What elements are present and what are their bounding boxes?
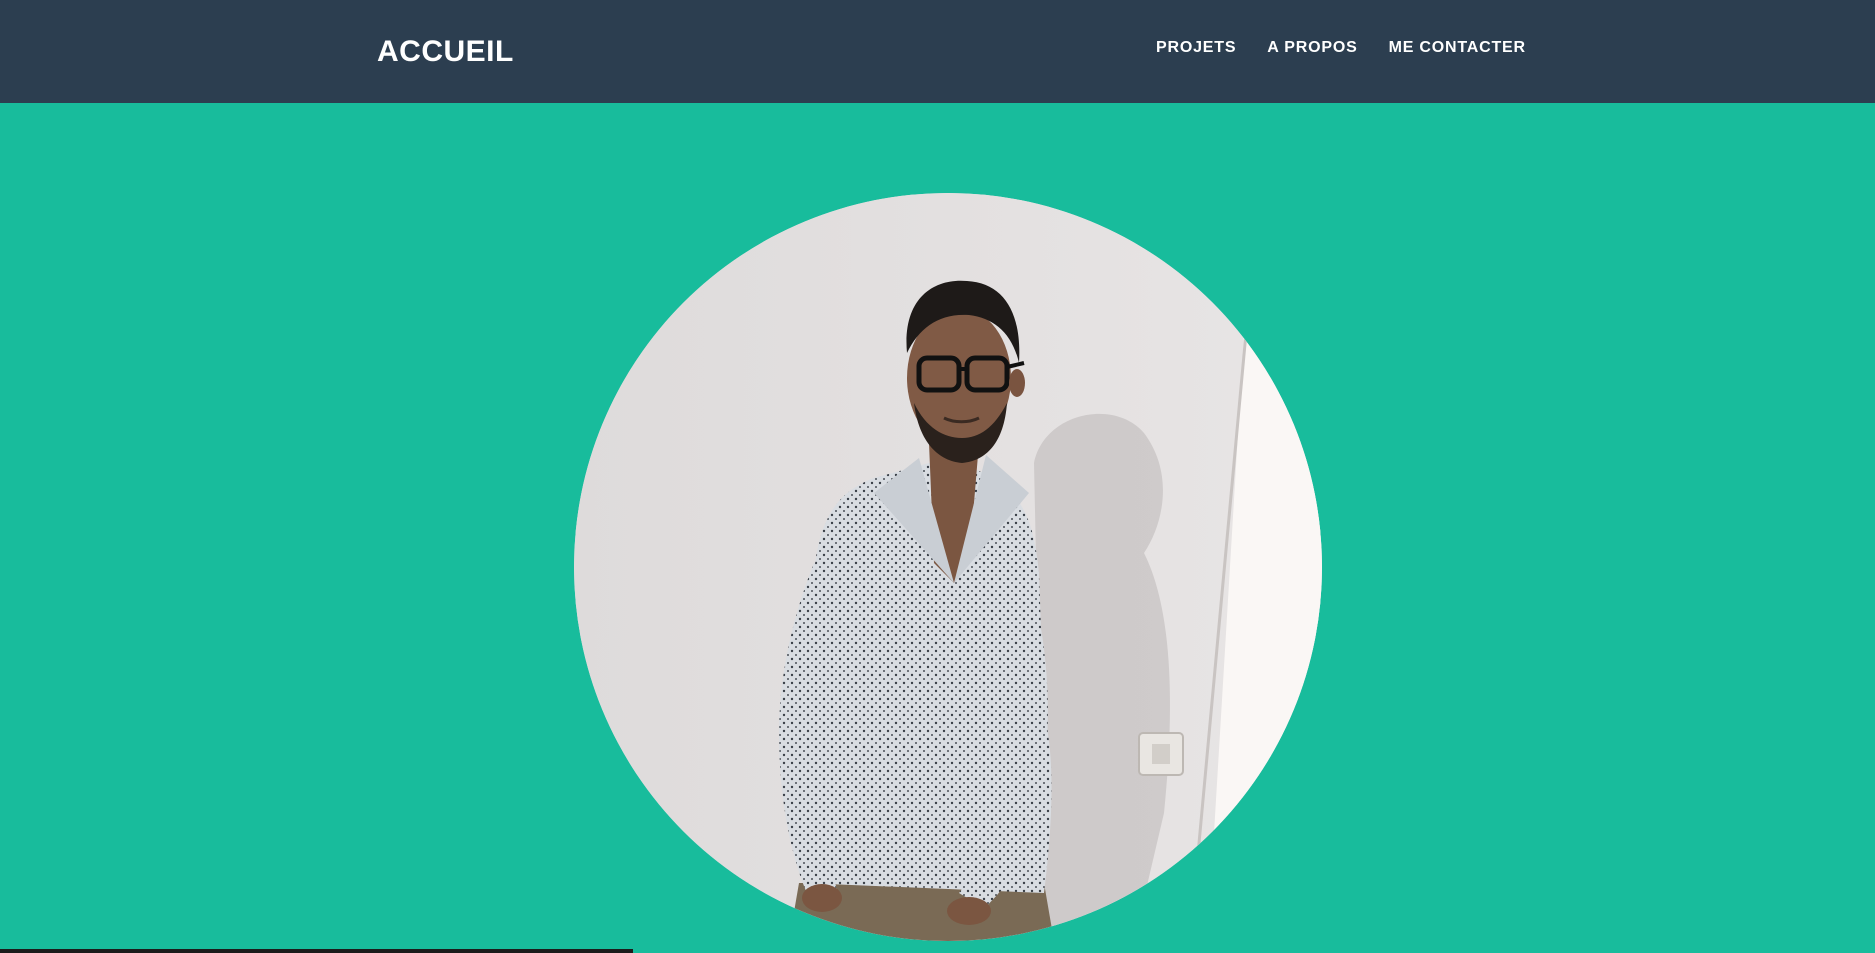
profile-photo bbox=[574, 193, 1322, 941]
brand-link-accueil[interactable]: ACCUEIL bbox=[377, 34, 514, 70]
nav-link-a-propos[interactable]: A PROPOS bbox=[1267, 38, 1357, 58]
nav-link-projets[interactable]: PROJETS bbox=[1156, 38, 1236, 58]
profile-photo-illustration bbox=[574, 193, 1322, 941]
bottom-edge-bar bbox=[0, 949, 633, 953]
top-navbar: ACCUEIL PROJETS A PROPOS ME CONTACTER bbox=[0, 0, 1875, 103]
nav-links: PROJETS A PROPOS ME CONTACTER bbox=[1156, 38, 1526, 58]
nav-link-me-contacter[interactable]: ME CONTACTER bbox=[1389, 38, 1526, 58]
hero-section bbox=[0, 103, 1875, 953]
